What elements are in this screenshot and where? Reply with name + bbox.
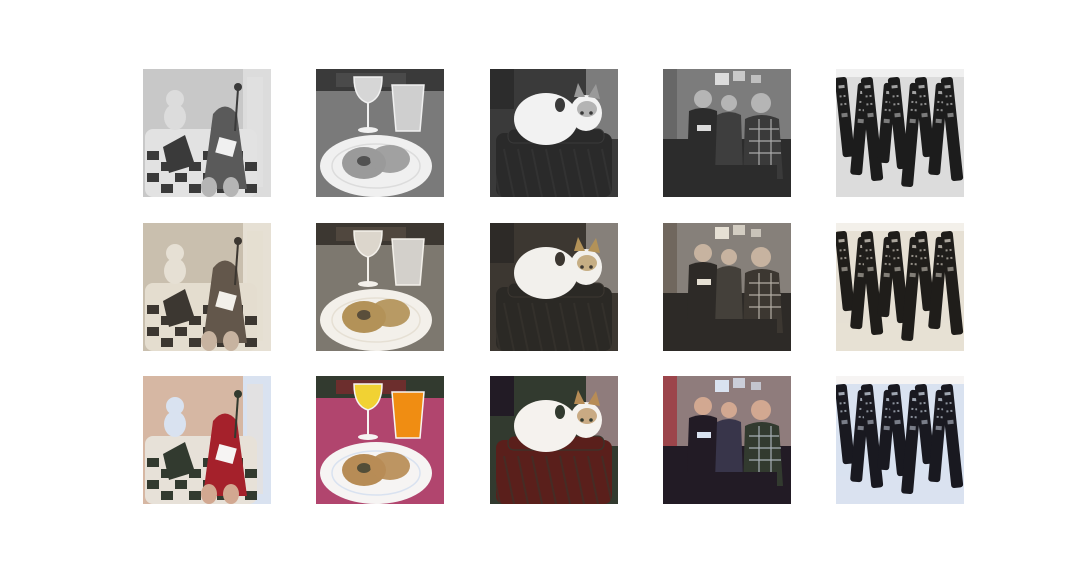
cat-on-suitcase-grayscale-image: [490, 69, 618, 197]
photo-donut-plate-grayscale: [316, 69, 444, 197]
photo-sofa-teddy-bear-color: [143, 376, 271, 504]
photo-donut-plate-sepia: [316, 223, 444, 351]
photo-people-couch-sepia: [663, 223, 791, 351]
image-grid-figure: [0, 0, 1080, 576]
photo-people-couch-grayscale: [663, 69, 791, 197]
grid-row-color: [143, 376, 964, 504]
donut-plate-with-drinks-grayscale-image: [316, 69, 444, 197]
remote-controls-sepia-desaturated-image: [836, 223, 964, 351]
sofa-with-teddy-bear-grayscale-image: [143, 69, 271, 197]
sofa-with-teddy-bear-sepia-desaturated-image: [143, 223, 271, 351]
image-grid: [143, 69, 964, 504]
sofa-with-teddy-bear-color-image: [143, 376, 271, 504]
photo-cat-suitcase-sepia: [490, 223, 618, 351]
cat-on-suitcase-color-image: [490, 376, 618, 504]
photo-people-couch-color: [663, 376, 791, 504]
photo-remote-controls-color: [836, 376, 964, 504]
photo-donut-plate-color: [316, 376, 444, 504]
people-on-couch-grayscale-image: [663, 69, 791, 197]
people-on-couch-color-image: [663, 376, 791, 504]
photo-cat-suitcase-color: [490, 376, 618, 504]
people-on-couch-sepia-desaturated-image: [663, 223, 791, 351]
donut-plate-with-drinks-sepia-desaturated-image: [316, 223, 444, 351]
cat-on-suitcase-sepia-desaturated-image: [490, 223, 618, 351]
grid-row-grayscale: [143, 69, 964, 197]
donut-plate-with-drinks-color-image: [316, 376, 444, 504]
grid-row-sepia: [143, 223, 964, 351]
photo-cat-suitcase-grayscale: [490, 69, 618, 197]
photo-sofa-teddy-bear-grayscale: [143, 69, 271, 197]
photo-remote-controls-sepia: [836, 223, 964, 351]
remote-controls-color-image: [836, 376, 964, 504]
remote-controls-grayscale-image: [836, 69, 964, 197]
photo-remote-controls-grayscale: [836, 69, 964, 197]
photo-sofa-teddy-bear-sepia: [143, 223, 271, 351]
